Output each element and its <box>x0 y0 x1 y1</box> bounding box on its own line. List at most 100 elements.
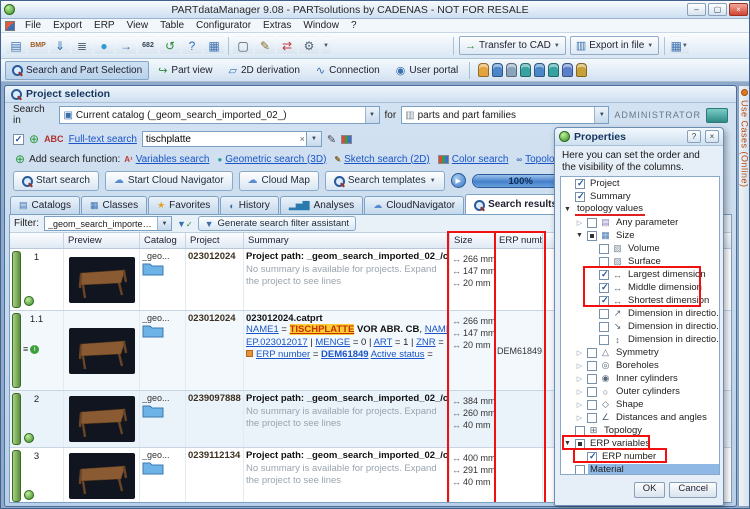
bin-icon-5[interactable] <box>534 63 545 77</box>
variables-search[interactable]: A¹Variables search <box>124 154 209 165</box>
part-preview-image[interactable] <box>69 328 135 374</box>
folder-icon[interactable] <box>142 403 164 418</box>
summary-link[interactable]: DEM61849 <box>321 349 369 360</box>
checkbox[interactable] <box>575 465 585 475</box>
menu-view[interactable]: View <box>121 19 155 32</box>
summary-link[interactable]: NAME1 <box>246 324 279 335</box>
preview-cell[interactable] <box>64 249 140 310</box>
clear-icon[interactable]: × <box>300 134 305 144</box>
menu-window[interactable]: Window <box>297 19 345 32</box>
chevron-down-icon[interactable]: ▼ <box>594 107 608 123</box>
checkbox[interactable] <box>587 374 597 384</box>
summary-link[interactable]: Active status <box>371 349 425 360</box>
checkbox[interactable] <box>599 257 609 267</box>
info-icon[interactable]: i <box>30 345 39 354</box>
export-in-file-button[interactable]: ▥ Export in file ▼ <box>570 36 659 55</box>
palette-icon[interactable] <box>341 135 352 144</box>
project-cell[interactable]: 0239112134 <box>186 448 244 503</box>
checkbox[interactable] <box>599 283 609 293</box>
settings-icon[interactable]: ⚙ <box>299 36 319 55</box>
catalog-cell[interactable]: _geo... <box>140 249 186 310</box>
bin-icon-1[interactable] <box>478 63 489 77</box>
search-templates-button[interactable]: Search templates ▼ <box>325 171 445 191</box>
expander-icon[interactable]: ▼ <box>575 232 584 239</box>
refresh-icon[interactable]: ↺ <box>160 36 180 55</box>
monitor-icon[interactable]: ▢ <box>233 36 253 55</box>
part-preview-image[interactable] <box>69 453 135 499</box>
tab-cloudnavigator[interactable]: ☁CloudNavigator <box>364 196 464 214</box>
color-search[interactable]: Color search <box>438 154 509 165</box>
summary-link[interactable]: NAME2 <box>425 324 447 335</box>
edit-icon[interactable]: ✎ <box>327 133 336 146</box>
chevron-down-icon[interactable]: ▼ <box>307 131 322 147</box>
tab-catalogs[interactable]: ▤Catalogs <box>10 196 80 214</box>
expander-icon[interactable]: ▷ <box>575 375 584 383</box>
column-header-preview[interactable]: Preview <box>64 233 140 248</box>
start-cloud-navigator-button[interactable]: ☁ Start Cloud Navigator <box>105 171 233 191</box>
part-view-button[interactable]: ↪Part view <box>151 61 219 80</box>
print-icon[interactable]: ≣ <box>72 36 92 55</box>
project-cell[interactable]: 0239097888 <box>186 391 244 447</box>
bin-icon-6[interactable] <box>548 63 559 77</box>
expander-icon[interactable]: ▷ <box>575 219 584 227</box>
report-icon[interactable]: ▤ <box>6 36 26 55</box>
bin-icon-8[interactable] <box>576 63 587 77</box>
add-icon[interactable]: ⊕ <box>29 132 39 146</box>
filter-funnel-icon[interactable]: ▼✓ <box>177 219 193 229</box>
geometric-search-3d-link[interactable]: Geometric search (3D) <box>225 154 326 165</box>
tree-item-topology-values[interactable]: ▼topology values <box>561 203 719 216</box>
summary-link[interactable]: ART <box>374 337 393 348</box>
chevron-down-icon[interactable]: ▼ <box>157 217 171 230</box>
add-icon[interactable]: ⊕ <box>15 152 25 166</box>
calculator-icon[interactable]: 682 <box>138 36 158 55</box>
minimize-button[interactable]: – <box>687 3 706 16</box>
variables-search-link[interactable]: Variables search <box>136 154 210 165</box>
derivation-2d-button[interactable]: ▱2D derivation <box>222 61 307 80</box>
menu-table[interactable]: Table <box>154 19 190 32</box>
go-icon[interactable]: ▶ <box>451 173 466 188</box>
tree-item-size[interactable]: ▼▦Size <box>561 229 719 242</box>
chevron-down-icon[interactable]: ▼ <box>365 107 379 123</box>
tree-item-erp-number[interactable]: ERP number <box>561 450 719 463</box>
geometric-search-3d[interactable]: ●Geometric search (3D) <box>217 154 326 165</box>
folder-icon[interactable] <box>142 460 164 475</box>
checkbox[interactable] <box>587 218 597 228</box>
menu-configurator[interactable]: Configurator <box>190 19 257 32</box>
bin-icon-7[interactable] <box>562 63 573 77</box>
part-preview-image[interactable] <box>69 257 135 303</box>
summary-link[interactable]: MENGE <box>315 337 350 348</box>
checkbox[interactable] <box>575 426 585 436</box>
tree-item-middle-dimension[interactable]: ↔Middle dimension <box>561 281 719 294</box>
table-icon[interactable]: ▦ <box>204 36 224 55</box>
ok-button[interactable]: OK <box>634 482 666 498</box>
color-search-link[interactable]: Color search <box>452 154 509 165</box>
summary-cell[interactable]: Project path: _geom_search_imported_02_/… <box>244 448 450 503</box>
tree-item-any-parameter[interactable]: ▷▤Any parameter <box>561 216 719 229</box>
use-cases-side-tab[interactable]: Use Cases (Online) <box>738 85 750 507</box>
tree-item-dimension-in-directio[interactable]: ↕Dimension in directio... <box>561 333 719 346</box>
checkbox[interactable] <box>587 452 597 462</box>
fulltext-search-link[interactable]: Full-text search <box>69 134 137 145</box>
preview-cell[interactable] <box>64 448 140 503</box>
export-part-icon[interactable]: → <box>116 36 136 55</box>
tree-item-shape[interactable]: ▷◇Shape <box>561 398 719 411</box>
tab-favorites[interactable]: ★Favorites <box>148 196 219 214</box>
checkbox[interactable] <box>575 439 585 449</box>
tree-item-material[interactable]: Material <box>561 463 719 475</box>
expander-icon[interactable]: ▼ <box>563 440 572 447</box>
checkbox[interactable] <box>599 244 609 254</box>
tree-item-outer-cylinders[interactable]: ▷○Outer cylinders <box>561 385 719 398</box>
fulltext-checkbox[interactable]: ✓ <box>13 134 24 145</box>
fulltext-search-input[interactable] <box>142 131 307 147</box>
expander-icon[interactable]: ▷ <box>575 401 584 409</box>
maximize-button[interactable]: ▢ <box>708 3 727 16</box>
sketch-search-2d[interactable]: ✎Sketch search (2D) <box>334 154 429 165</box>
summary-link[interactable]: EP.023012017 <box>246 337 308 348</box>
help-button[interactable]: ? <box>687 130 701 143</box>
expander-icon[interactable]: ▷ <box>575 414 584 422</box>
expander-icon[interactable]: ▷ <box>575 349 584 357</box>
column-header-project[interactable]: Project <box>186 233 244 248</box>
tab-analyses[interactable]: ▂▅▇Analyses <box>280 196 363 214</box>
settings-dropdown-arrow[interactable]: ▼ <box>321 36 331 55</box>
tree-item-erp-variables[interactable]: ▼ERP variables <box>561 437 719 450</box>
